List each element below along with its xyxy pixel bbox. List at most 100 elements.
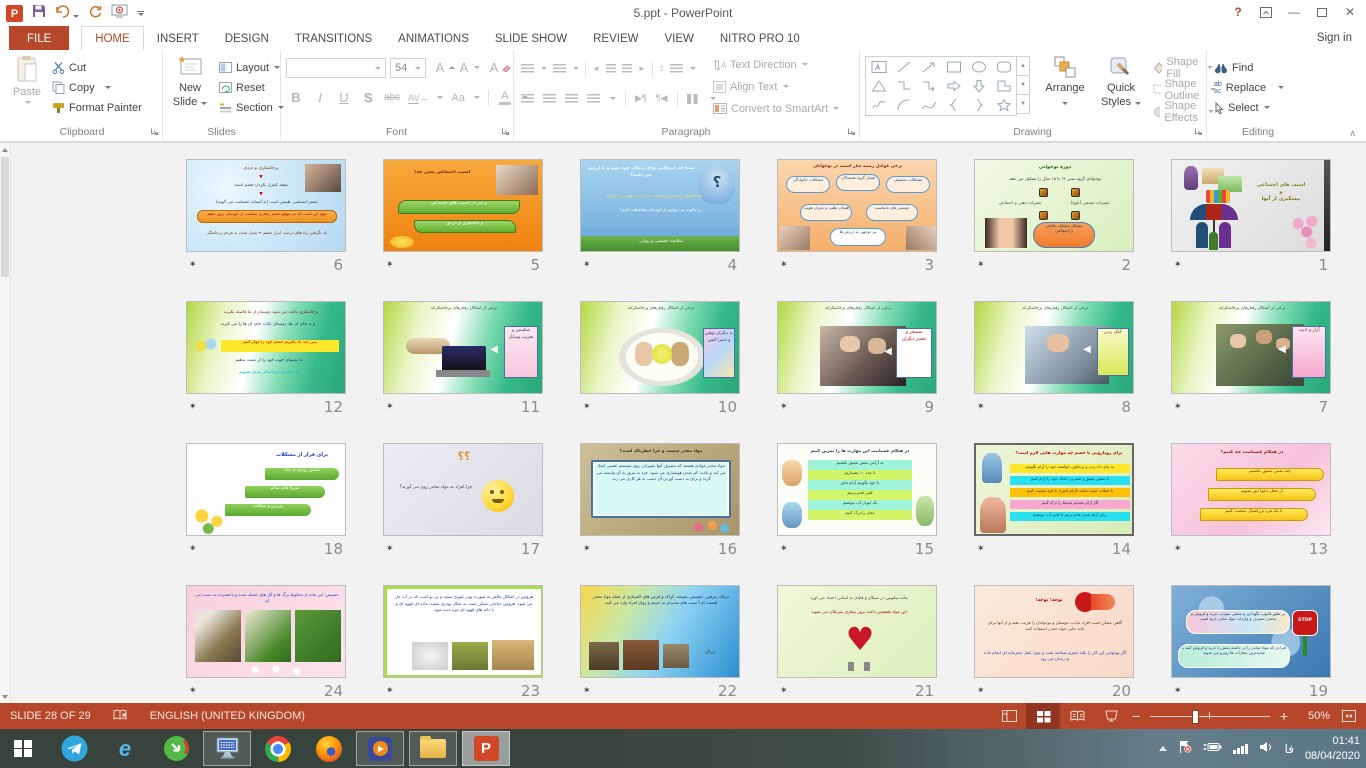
select-button[interactable]: Select: [1214, 99, 1270, 116]
scroll-down-icon[interactable]: [0, 690, 10, 703]
zoom-out-button[interactable]: −: [1128, 708, 1144, 724]
network-signal-icon[interactable]: [1233, 744, 1248, 754]
zoom-slider-thumb[interactable]: [1192, 710, 1199, 724]
slide-content-element: حشیش: این ماده از مخلوط برگ ها و گل های …: [195, 592, 339, 604]
tab-home[interactable]: HOME: [81, 26, 144, 50]
slide-thumbnail-1[interactable]: آسیب های اجتماعی و پیشگیری از آنها: [1171, 159, 1331, 252]
power-battery-icon[interactable]: [1203, 740, 1222, 758]
language-indicator[interactable]: فا: [1285, 742, 1294, 756]
slide-thumbnail-19[interactable]: STOPبر طبق قانون، نگهداری و مخفی نمودن، …: [1171, 585, 1331, 678]
action-center-flag-icon[interactable]: [1178, 740, 1192, 758]
taskbar-media-player-icon[interactable]: [356, 731, 404, 766]
drawing-dialog-launcher[interactable]: [1194, 127, 1203, 136]
volume-icon[interactable]: [1259, 740, 1274, 758]
slide-thumbnail-21[interactable]: ماده نیکوتین در سیگار و قلیان به آسانی ا…: [777, 585, 937, 678]
language-label[interactable]: ENGLISH (UNITED KINGDOM): [150, 710, 305, 722]
slide-thumbnail-13[interactable]: در هنگام عصبانیت چه کنیم؟چند نفس عمیق بک…: [1171, 443, 1331, 536]
tab-transitions[interactable]: TRANSITIONS: [282, 26, 385, 50]
clipboard-dialog-launcher[interactable]: [150, 127, 159, 136]
taskbar-firefox-icon[interactable]: [305, 731, 353, 766]
slide-cell: ؟؟چرا افراد به مواد مخدر روی می آورند؟✶1…: [383, 443, 580, 585]
section-button[interactable]: Section: [219, 99, 284, 116]
shapes-gallery[interactable]: [865, 56, 1017, 116]
tab-design[interactable]: DESIGN: [212, 26, 282, 50]
copy-button[interactable]: Copy: [52, 79, 111, 96]
slide-sorter-view-button[interactable]: [1026, 703, 1060, 729]
taskbar-powerpoint-icon[interactable]: P: [462, 731, 510, 766]
slide-thumbnail-14[interactable]: برای رویارویی با خشم چه مهارت هایی لازم …: [974, 443, 1134, 536]
slide-thumbnail-7[interactable]: برخی از اشکال رفتارهای پرخاشگرانه◀آزار و…: [1171, 301, 1331, 394]
slide-thumbnail-24[interactable]: حشیش: این ماده از مخلوط برگ ها و گل های …: [186, 585, 346, 678]
slide-thumbnail-5[interactable]: آسیب اجتماعی یعنی چه؟برخی از آسیب های اج…: [383, 159, 543, 252]
slide-show-button[interactable]: [1094, 703, 1128, 729]
fit-slide-to-window-button[interactable]: [1336, 703, 1362, 729]
normal-view-button[interactable]: [992, 703, 1026, 729]
help-button[interactable]: ?: [1224, 2, 1252, 22]
tab-nitro-pro[interactable]: NITRO PRO 10: [707, 26, 813, 50]
slide-thumbnail-18[interactable]: برای فرار از مشکلاتداشتن روحیه ی شادتفری…: [186, 443, 346, 536]
start-button[interactable]: [0, 729, 46, 768]
ribbon-display-options-button[interactable]: [1252, 2, 1280, 22]
slide-content-element: [193, 336, 219, 356]
slide-thumbnail-23[interactable]: هروئین در اشکال خالص به صورت پودر بلوری …: [383, 585, 543, 678]
tab-file[interactable]: FILE: [9, 26, 69, 50]
reading-view-button[interactable]: [1060, 703, 1094, 729]
taskbar-internet-explorer-icon[interactable]: e: [101, 731, 149, 766]
cut-button[interactable]: Cut: [52, 59, 86, 76]
group-slides: NewSlide Layout Reset Section Slides: [163, 50, 281, 139]
quick-styles-button[interactable]: QuickStyles: [1095, 55, 1147, 110]
collapse-ribbon-button[interactable]: ∧: [1349, 128, 1356, 139]
close-button[interactable]: ✕: [1336, 2, 1364, 22]
slide-thumbnail-3[interactable]: برخی عوامل زمینه ساز آسیب در نوجوانانمشک…: [777, 159, 937, 252]
slide-thumbnail-9[interactable]: برخی از اشکال رفتارهای پرخاشگرانهتمسخر و…: [777, 301, 937, 394]
arrange-button[interactable]: Arrange: [1039, 55, 1091, 110]
slide-thumbnail-12[interactable]: پرخاشگری باعث می شود دوستان از ما فاصله …: [186, 301, 346, 394]
sign-in-link[interactable]: Sign in: [1317, 32, 1352, 44]
slide-thumbnail-2[interactable]: دوره نوجوانینوجوانان گروه سنی ۱۲ تا ۱۸ س…: [974, 159, 1134, 252]
tab-review[interactable]: REVIEW: [580, 26, 651, 50]
zoom-slider[interactable]: [1150, 703, 1270, 729]
slide-thumbnail-4[interactable]: شما چه چیزهایی برای زندگی خود مهم و با ا…: [580, 159, 740, 252]
find-button[interactable]: Find: [1214, 59, 1253, 76]
taskbar-file-explorer-icon[interactable]: [409, 731, 457, 766]
tab-view[interactable]: VIEW: [651, 26, 706, 50]
slide-thumbnail-8[interactable]: برخی از اشکال رفتارهای پرخاشگرانه◀کتک زد…: [974, 301, 1134, 394]
tab-slide-show[interactable]: SLIDE SHOW: [482, 26, 580, 50]
zoom-in-button[interactable]: +: [1276, 708, 1292, 724]
scroll-up-icon[interactable]: [0, 143, 10, 156]
slide-content-element: تغییرات جسمی (بلوغ): [1059, 200, 1121, 208]
tab-animations[interactable]: ANIMATIONS: [385, 26, 482, 50]
show-hidden-icons-button[interactable]: [1159, 746, 1167, 751]
slide-thumbnail-17[interactable]: ؟؟چرا افراد به مواد مخدر روی می آورند؟: [383, 443, 543, 536]
taskbar-chrome-icon[interactable]: [254, 731, 302, 766]
slide-thumbnail-15[interactable]: در هنگام عصبانیت این مهارت ها را تمرین ک…: [777, 443, 937, 536]
reset-button[interactable]: Reset: [219, 79, 265, 96]
spell-check-icon[interactable]: [113, 708, 128, 724]
replace-button[interactable]: abac Replace: [1214, 79, 1284, 96]
taskbar-onscreen-keyboard-icon[interactable]: [203, 731, 251, 766]
taskbar-idm-icon[interactable]: [152, 731, 200, 766]
vertical-scrollbar[interactable]: [0, 143, 11, 703]
slide-thumbnail-10[interactable]: برخی از اشکال رفتارهای پرخاشگرانه◀به دیگ…: [580, 301, 740, 394]
slide-thumbnail-16[interactable]: مواد مخدر چیست و چرا خطرناک است؟مواد مخد…: [580, 443, 740, 536]
scrollbar-thumb[interactable]: [1, 157, 9, 277]
taskbar-telegram-icon[interactable]: [50, 731, 98, 766]
slide-thumbnail-20[interactable]: توجه! توجه!گاهی ممکن است افراد ناباب، دو…: [974, 585, 1134, 678]
maximize-button[interactable]: [1308, 2, 1336, 22]
slide-thumbnail-22[interactable]: تریاک، مرفین، حشیش، شیشه، کراک و قرص های…: [580, 585, 740, 678]
font-dialog-launcher[interactable]: [501, 127, 510, 136]
format-painter-button[interactable]: Format Painter: [52, 99, 142, 116]
shapes-gallery-scrollbar[interactable]: ▲▼▼: [1016, 56, 1030, 114]
minimize-button[interactable]: —: [1280, 2, 1308, 22]
slide-caption: ✶17: [383, 536, 543, 562]
tab-insert[interactable]: INSERT: [144, 26, 212, 50]
zoom-level-label[interactable]: 50%: [1292, 710, 1330, 722]
slide-content-element: ◀: [685, 346, 701, 360]
window-title: 5.ppt - PowerPoint: [0, 6, 1366, 20]
slide-thumbnail-11[interactable]: برخی از اشکال رفتارهای پرخاشگرانه◀شکستن …: [383, 301, 543, 394]
slide-thumbnail-6[interactable]: پرخاشگری و دزدی▼نتیجه کنترل نکردن خشم اس…: [186, 159, 346, 252]
layout-button[interactable]: Layout: [219, 59, 280, 76]
paragraph-dialog-launcher[interactable]: [847, 127, 856, 136]
new-slide-button[interactable]: NewSlide: [167, 55, 213, 110]
taskbar-clock[interactable]: 01:4108/04/2020: [1305, 734, 1360, 763]
